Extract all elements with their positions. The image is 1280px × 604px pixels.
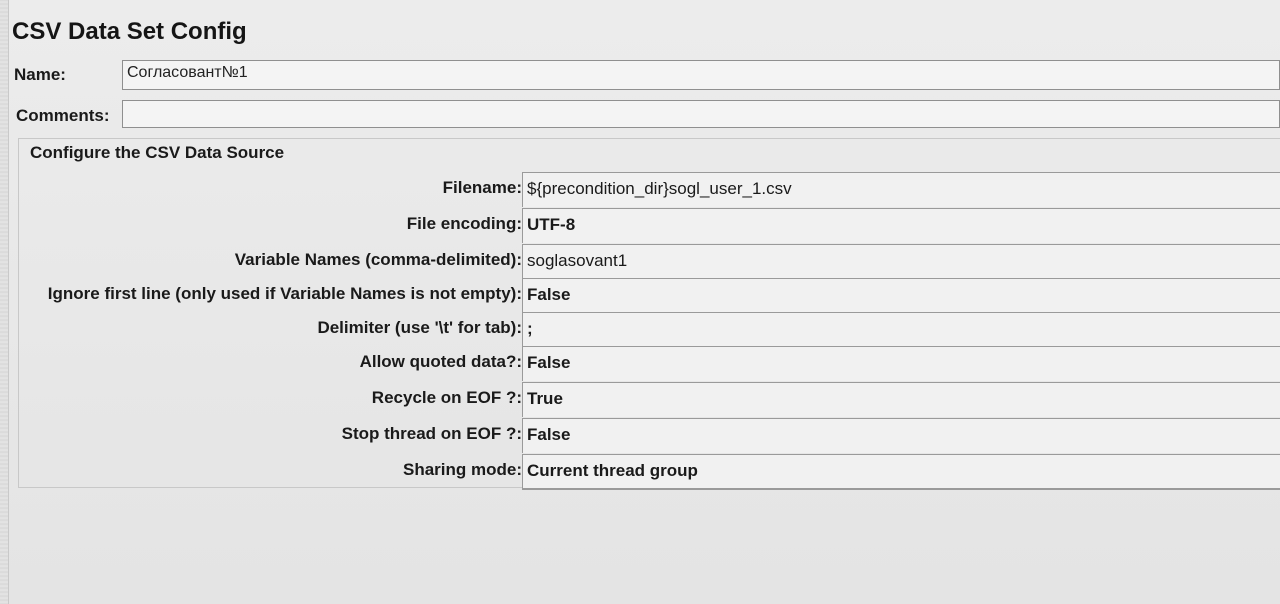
delimiter-value[interactable]: ; [522,312,1280,347]
property-label: Recycle on EOF ?: [371,388,522,407]
property-label: File encoding: [406,214,522,233]
table-bottom-border [522,488,1280,490]
property-label: Filename: [442,178,522,197]
panel-left-edge [0,0,9,604]
property-row-recycle-on-eof: Recycle on EOF ?: True [22,382,1280,417]
sharing-mode-value[interactable]: Current thread group [522,454,1280,489]
property-row-filename: Filename: ${precondition_dir}sogl_user_1… [22,172,1280,207]
property-label: Delimiter (use '\t' for tab): [317,318,522,337]
recycle-on-eof-value[interactable]: True [522,382,1280,417]
stop-thread-on-eof-value[interactable]: False [522,418,1280,453]
name-field[interactable]: Согласовант№1 [122,60,1280,90]
property-row-file-encoding: File encoding: UTF-8 [22,208,1280,243]
property-row-allow-quoted-data: Allow quoted data?: False [22,346,1280,381]
property-row-sharing-mode: Sharing mode: Current thread group [22,454,1280,489]
property-label: Ignore first line (only used if Variable… [47,284,522,303]
property-row-stop-thread-on-eof: Stop thread on EOF ?: False [22,418,1280,453]
comments-field[interactable] [122,100,1280,128]
csv-data-set-config-panel: CSV Data Set Config Name: Согласовант№1 … [0,0,1280,604]
property-label: Sharing mode: [402,460,522,479]
ignore-first-line-value[interactable]: False [522,278,1280,313]
property-row-ignore-first-line: Ignore first line (only used if Variable… [22,278,1280,313]
file-encoding-value[interactable]: UTF-8 [522,208,1280,243]
properties-table: Filename: ${precondition_dir}sogl_user_1… [22,172,1280,490]
filename-value[interactable]: ${precondition_dir}sogl_user_1.csv [522,172,1280,207]
group-title: Configure the CSV Data Source [30,143,285,162]
name-label: Name: [14,65,66,84]
variable-names-value[interactable]: soglasovant1 [522,244,1280,279]
page-title: CSV Data Set Config [12,18,247,45]
property-row-variable-names: Variable Names (comma-delimited): soglas… [22,244,1280,279]
property-label: Stop thread on EOF ?: [341,424,522,443]
allow-quoted-data-value[interactable]: False [522,346,1280,381]
property-label: Variable Names (comma-delimited): [234,250,522,269]
property-label: Allow quoted data?: [359,352,522,371]
property-row-delimiter: Delimiter (use '\t' for tab): ; [22,312,1280,347]
comments-label: Comments: [16,106,110,125]
